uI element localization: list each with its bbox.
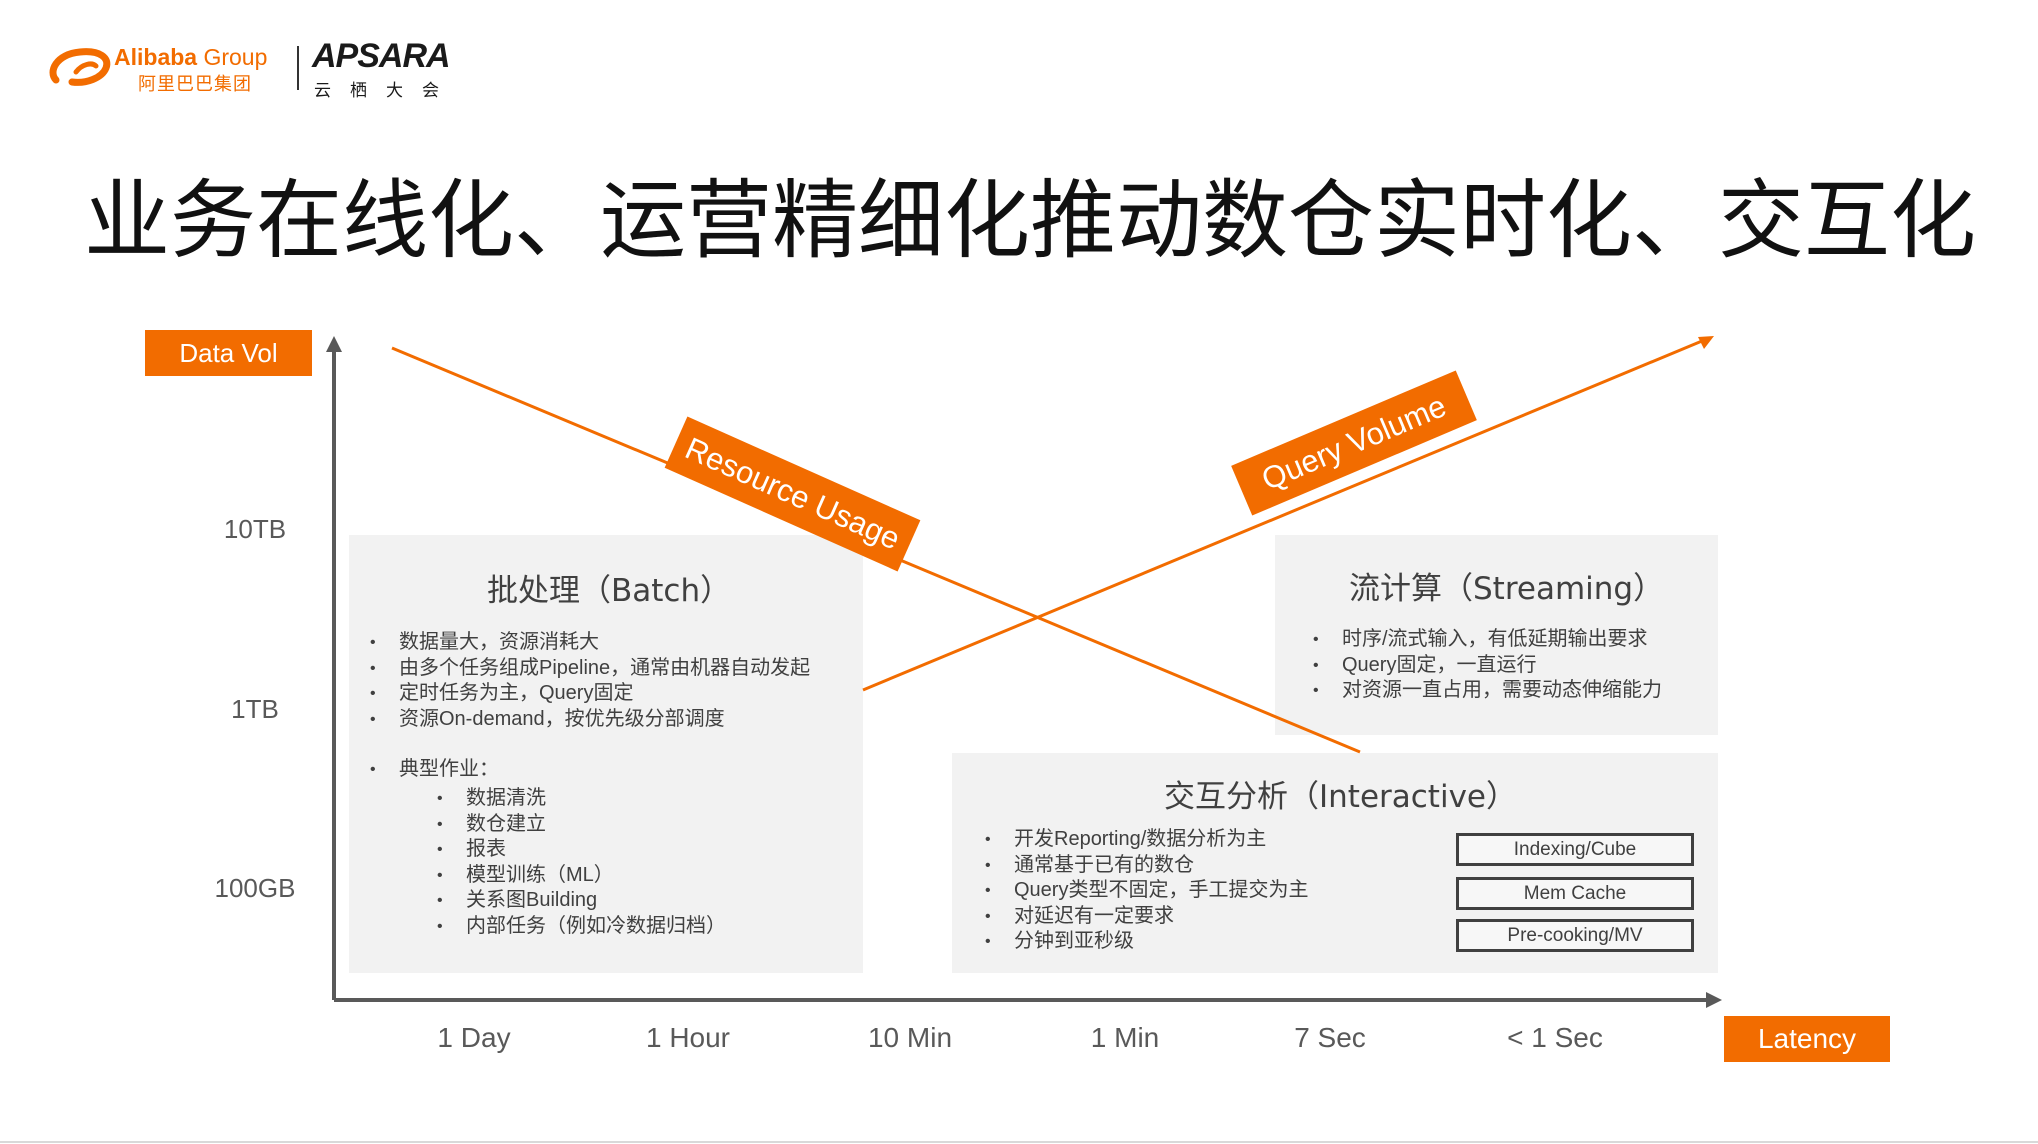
x-axis-label: Latency [1724,1016,1890,1062]
y-tick-1tb: 1TB [231,694,279,724]
x-axis-arrow-icon [1706,992,1722,1008]
query-volume-line [862,339,1703,692]
diagram-lines [326,336,1722,1008]
y-axis-label: Data Vol [145,330,312,376]
footer-rule [0,1141,2038,1143]
x-tick-7-sec: 7 Sec [1294,1022,1366,1053]
y-axis-arrow-icon [326,336,342,352]
x-tick-lt-1-sec: < 1 Sec [1507,1022,1603,1053]
x-tick-1-day: 1 Day [437,1022,511,1053]
y-tick-10tb: 10TB [223,514,287,544]
y-tick-100gb: 100GB [214,873,296,903]
x-tick-10-min: 10 Min [867,1022,953,1053]
x-tick-1-min: 1 Min [1090,1022,1160,1053]
x-tick-1-hour: 1 Hour [645,1022,731,1053]
